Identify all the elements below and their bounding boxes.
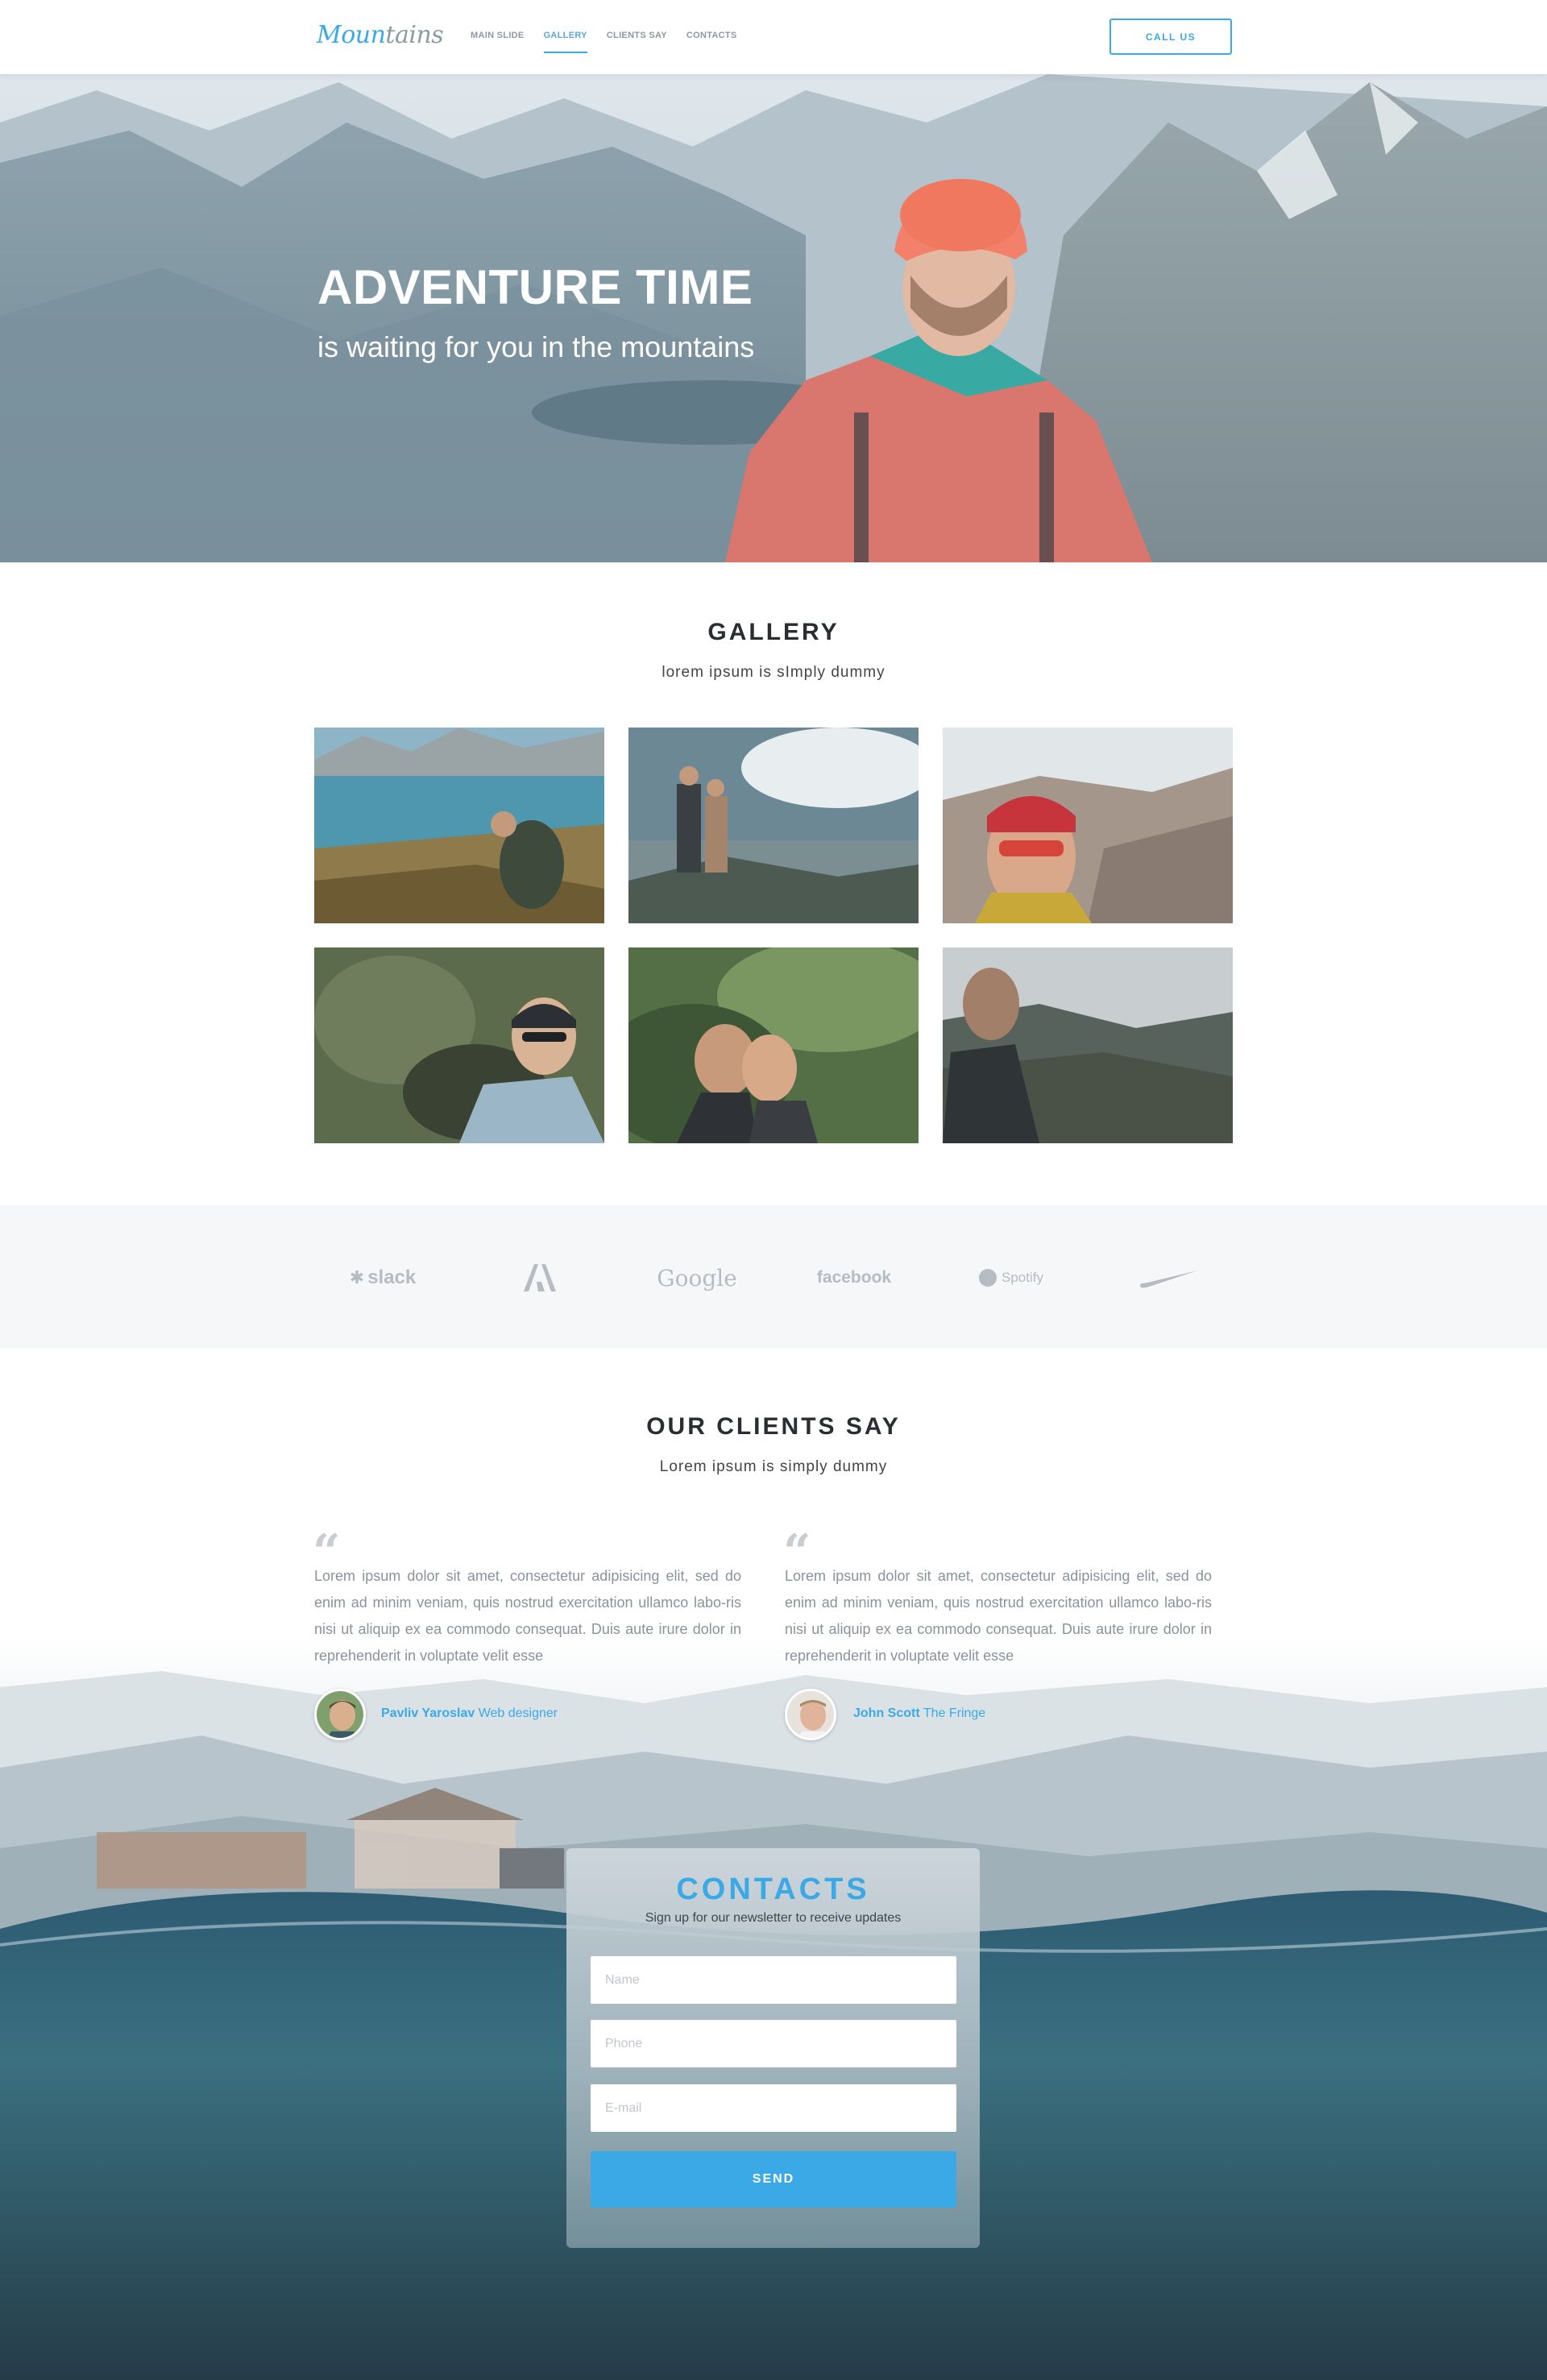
name-field[interactable] [591, 1956, 956, 2004]
gallery-title: GALLERY [707, 619, 840, 645]
nav-item-main-slide[interactable]: MAIN SLIDE [471, 31, 525, 53]
nike-swoosh-icon [1140, 1271, 1197, 1288]
hero-banner: ADVENTURE TIME is waiting for you in the… [0, 74, 1547, 562]
logo-text-tail: tains [385, 21, 444, 49]
testimonial-author: Pavliv Yaroslav Web designer [381, 1706, 558, 1720]
gallery-subtitle: lorem ipsum is sImply dummy [662, 664, 885, 681]
slack-icon: ✱ [349, 1267, 365, 1287]
testimonial-author: John Scott The Fringe [853, 1706, 986, 1720]
adobe-icon [524, 1264, 556, 1292]
contact-subtitle: Sign up for our newsletter to receive up… [645, 1911, 902, 1925]
gallery-photo-couple-summit[interactable] [628, 728, 919, 923]
gallery-photo-red-beanie-selfie[interactable] [943, 728, 1233, 923]
slack-logo: ✱ slack [349, 1267, 417, 1288]
clients-subtitle: Lorem ipsum is simply dummy [659, 1458, 888, 1475]
hero-subtitle: is waiting for you in the mountains [317, 330, 755, 363]
testimonial-text: Lorem ipsum dolor sit amet, consectetur … [785, 1568, 1212, 1664]
logo-text-main: Moun [317, 21, 386, 49]
clients-title: OUR CLIENTS SAY [646, 1413, 901, 1440]
main-menu: MAIN SLIDE GALLERY CLIENTS SAY CONTACTS [471, 31, 737, 53]
top-nav: Mountains MAIN SLIDE GALLERY CLIENTS SAY… [0, 0, 1547, 74]
nav-item-clients-say[interactable]: CLIENTS SAY [607, 31, 667, 53]
site-logo[interactable]: Mountains [317, 21, 444, 49]
spotify-logo: Spotify [959, 1262, 1064, 1294]
call-us-button[interactable]: CALL US [1109, 19, 1232, 55]
testimonial-text: Lorem ipsum dolor sit amet, consectetur … [314, 1568, 741, 1664]
brand-logos-strip: ✱ slack Google facebook Spotify [0, 1205, 1547, 1349]
facebook-logo: facebook [816, 1268, 892, 1287]
avatar [314, 1689, 366, 1740]
contact-form-panel: CONTACTS Sign up for our newsletter to r… [566, 1848, 980, 2248]
hero-mountain-image [0, 74, 1547, 562]
hero-title: ADVENTURE TIME [317, 260, 753, 314]
google-logo: Google [657, 1264, 737, 1292]
gallery-photo-cap-sunglasses[interactable] [314, 947, 604, 1143]
avatar [785, 1689, 836, 1740]
gallery-photo-man-valley[interactable] [943, 947, 1233, 1143]
contact-title: CONTACTS [676, 1872, 870, 1906]
email-field[interactable] [591, 2084, 956, 2132]
adobe-logo [508, 1262, 572, 1294]
nav-item-contacts[interactable]: CONTACTS [686, 31, 737, 53]
nav-item-gallery[interactable]: GALLERY [543, 31, 587, 53]
spotify-icon [979, 1269, 997, 1287]
gallery-photo-couple-kissing[interactable] [628, 947, 919, 1143]
nike-logo [1128, 1262, 1209, 1294]
gallery-photo-lake-hiker[interactable] [314, 728, 604, 923]
send-button[interactable]: SEND [591, 2151, 956, 2208]
phone-field[interactable] [591, 2020, 956, 2067]
